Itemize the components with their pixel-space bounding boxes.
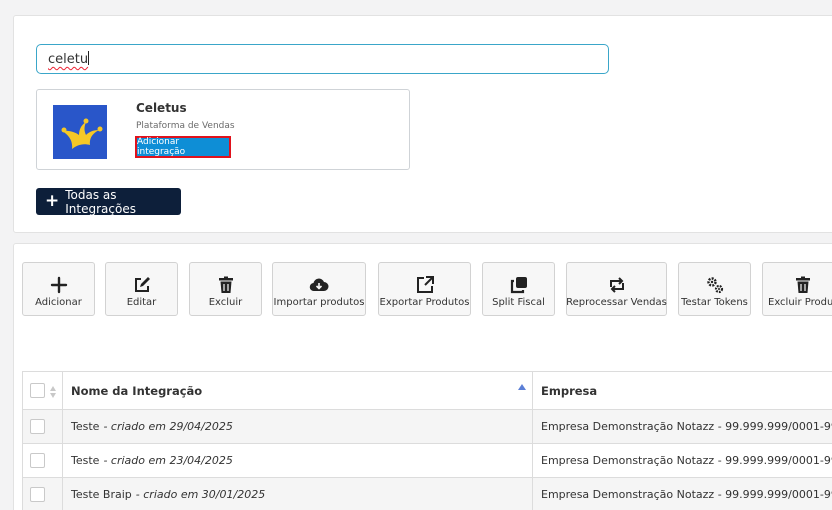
sort-asc-icon [518,384,526,390]
export-products-button[interactable]: Exportar Produtos [378,262,471,316]
header-name-label: Nome da Integração [71,383,203,398]
table-row[interactable]: Teste - criado em 23/04/2025 Empresa Demo… [22,444,832,478]
row-select-cell [22,444,62,477]
import-products-label: Importar produtos [273,297,365,308]
row-company-cell: Empresa Demonstração Notazz - 99.999.999… [532,444,832,477]
integration-search-panel: celetu Celetus Plataforma de Vendas Adic… [13,15,832,233]
gears-icon [706,277,723,294]
trash-icon [218,276,233,293]
trash-icon [795,276,810,293]
sort-icon [50,386,56,398]
table-row[interactable]: Teste - criado em 29/04/2025 Empresa Demo… [22,410,832,444]
row-created: - criado em 29/04/2025 [103,420,233,433]
text-caret [88,51,90,65]
reprocess-sales-button[interactable]: Reprocessar Vendas [566,262,667,316]
card-subtitle: Plataforma de Vendas [136,121,235,131]
row-name-cell: Teste Braip - criado em 30/01/2025 [62,478,532,510]
external-link-icon [416,276,434,293]
row-name-cell: Teste - criado em 23/04/2025 [62,444,532,477]
row-created: - criado em 30/01/2025 [135,488,266,501]
plus-icon: + [45,191,60,211]
delete-button-label: Excluir [208,297,243,308]
table-row[interactable]: Teste Braip - criado em 30/01/2025 Empres… [22,478,832,510]
row-created: - criado em 23/04/2025 [103,454,233,467]
clone-icon [510,277,527,294]
retweet-icon [609,277,624,293]
add-integration-button[interactable]: Adicionar integração [135,136,231,158]
edit-button[interactable]: Editar [105,262,178,316]
row-company-cell: Empresa Demonstração Notazz - 99.999.999… [532,410,832,443]
header-company[interactable]: Empresa [532,372,832,409]
cloud-download-icon [309,278,329,292]
search-input-value: celetu [48,52,89,67]
split-fiscal-button[interactable]: Split Fiscal [482,262,555,316]
row-company: Empresa Demonstração Notazz - 99.999.999… [541,420,832,433]
delete-button[interactable]: Excluir [189,262,262,316]
row-name-cell: Teste - criado em 29/04/2025 [62,410,532,443]
row-name: Teste Braip [71,488,132,501]
edit-button-label: Editar [126,297,157,308]
row-company-cell: Empresa Demonstração Notazz - 99.999.999… [532,478,832,510]
header-select-cell [22,372,62,409]
row-checkbox[interactable] [30,419,45,434]
row-name: Teste [71,420,100,433]
edit-icon [134,277,150,292]
plus-icon [50,276,67,294]
reprocess-sales-label: Reprocessar Vendas [566,297,667,308]
row-select-cell [22,410,62,443]
row-name: Teste [71,454,100,467]
all-integrations-button[interactable]: + Todas as Integrações [36,187,181,216]
celetus-logo [53,105,107,159]
row-company: Empresa Demonstração Notazz - 99.999.999… [541,488,832,501]
integration-card-celetus: Celetus Plataforma de Vendas Adicionar i… [36,89,410,170]
row-select-cell [22,478,62,510]
split-fiscal-label: Split Fiscal [492,297,545,308]
search-input[interactable]: celetu [36,44,609,74]
card-title: Celetus [136,101,187,115]
row-checkbox[interactable] [30,487,45,502]
all-integrations-label: Todas as Integrações [65,187,136,216]
row-checkbox[interactable] [30,453,45,468]
add-button-label: Adicionar [35,297,82,308]
row-company: Empresa Demonstração Notazz - 99.999.999… [541,454,832,467]
select-all-checkbox[interactable] [30,383,45,398]
import-products-button[interactable]: Importar produtos [272,262,366,316]
delete-products-label: Excluir Produtos [768,297,832,308]
add-button[interactable]: Adicionar [22,262,95,316]
header-name[interactable]: Nome da Integração [62,372,532,409]
delete-products-button[interactable]: Excluir Produtos [762,262,832,316]
table-header-row: Nome da Integração Empresa [22,371,832,410]
integrations-list-panel: Adicionar Editar Excluir Importar produt… [13,243,832,510]
export-products-label: Exportar Produtos [379,297,470,308]
header-company-label: Empresa [541,383,598,398]
test-tokens-button[interactable]: Testar Tokens [678,262,751,316]
test-tokens-label: Testar Tokens [681,297,748,308]
